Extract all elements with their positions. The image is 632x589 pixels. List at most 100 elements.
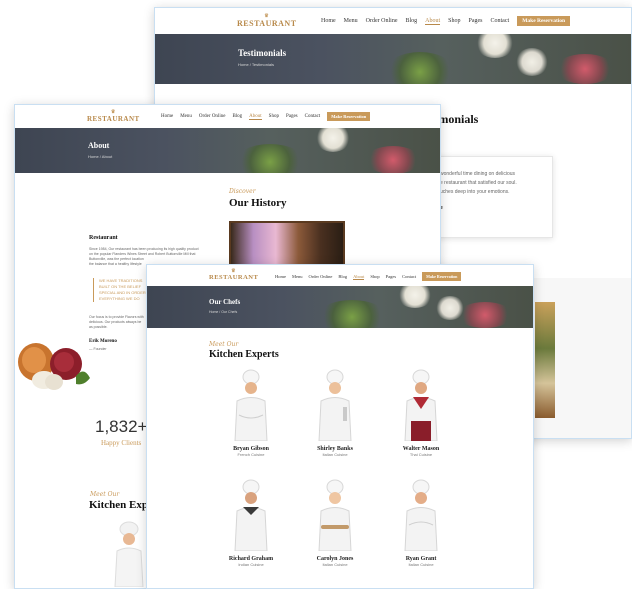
chef-photo <box>404 369 438 442</box>
menu-order-online[interactable]: Order Online <box>309 274 333 279</box>
main-menu: Home Menu Order Online Blog About Shop P… <box>275 272 462 281</box>
chef-card[interactable]: Carolyn Jones Italian Cuisine <box>305 479 365 567</box>
page-hero: Our Chefs Home / Our Chefs <box>147 286 533 328</box>
menu-shop[interactable]: Shop <box>269 114 279 119</box>
chef-role: Indian Cuisine <box>238 562 264 567</box>
page-title: About <box>88 141 110 150</box>
chef-photo <box>318 479 352 552</box>
flower-decoration <box>475 34 515 58</box>
callout-line: EVERYTHING WE DO <box>99 296 140 301</box>
body-text-2: on the popular Flanders Wines Street and… <box>89 252 196 256</box>
food-image <box>535 302 555 418</box>
flower-decoration <box>317 300 387 328</box>
history-image <box>229 221 345 269</box>
navbar: ♛ RESTAURANT Home Menu Order Online Blog… <box>147 265 533 286</box>
quote-text-3: uches deep into your emotions. <box>440 189 510 195</box>
chef-photo <box>234 369 268 442</box>
radish-decoration <box>365 146 421 173</box>
menu-pages[interactable]: Pages <box>386 274 397 279</box>
navbar: ♛ RESTAURANT Home Menu Order Online Blog… <box>155 8 631 34</box>
stat-label: Happy Clients <box>101 439 142 447</box>
section-heading: imonials <box>435 112 479 126</box>
menu-home[interactable]: Home <box>321 18 336 24</box>
menu-order-online[interactable]: Order Online <box>366 18 398 24</box>
menu-blog[interactable]: Blog <box>232 114 242 119</box>
chef-card[interactable]: Richard Graham Indian Cuisine <box>219 479 283 567</box>
body-text-4: the balance that a healthy lifestyle <box>89 262 142 266</box>
meet-label: Meet Our <box>90 491 120 498</box>
breadcrumb: Home / About <box>88 154 113 159</box>
reservation-button[interactable]: Make Reservation <box>422 272 462 281</box>
menu-shop[interactable]: Shop <box>370 274 379 279</box>
page-title: Our Chefs <box>209 298 241 306</box>
main-menu: Home Menu Order Online Blog About Shop P… <box>321 16 571 26</box>
chef-photo <box>318 369 352 442</box>
kitchen-heading: Kitchen Experts <box>209 349 279 360</box>
body-text-1: Since 1984, Our restaurant has been prod… <box>89 247 199 251</box>
site-logo[interactable]: ♛ RESTAURANT <box>237 14 297 28</box>
chef-role: Italian Cuisine <box>322 452 348 457</box>
page-title: Testimonials <box>238 48 287 58</box>
chef-role: Thai Cuisine <box>409 452 433 457</box>
menu-contact[interactable]: Contact <box>305 114 321 119</box>
menu-pages[interactable]: Pages <box>469 18 483 24</box>
menu-home[interactable]: Home <box>161 114 173 119</box>
breadcrumb: Home / Our Chefs <box>209 310 238 314</box>
menu-order-online[interactable]: Order Online <box>199 114 226 119</box>
chef-role: French Cuisine <box>237 452 265 457</box>
callout-block: WE HAVE TRADITIONS BUILT ON THE BELIEF S… <box>93 278 146 302</box>
flower-decoration <box>315 128 351 152</box>
menu-menu[interactable]: Menu <box>292 274 303 279</box>
history-heading: Our History <box>229 197 287 209</box>
menu-menu[interactable]: Menu <box>180 114 192 119</box>
chef-role: Italian Cuisine <box>322 562 348 567</box>
radish-decoration <box>555 54 615 84</box>
menu-about[interactable]: About <box>425 18 441 25</box>
quote-text-2: e restaurant that satisfied our soul. <box>440 180 517 186</box>
menu-about[interactable]: About <box>249 114 262 120</box>
chef-card[interactable]: Walter Mason Thai Cuisine <box>391 369 451 457</box>
chef-role: Italian Cuisine <box>408 562 434 567</box>
chef-card[interactable]: Shirley Banks Italian Cuisine <box>305 369 365 457</box>
section-eyebrow: Discover <box>229 188 256 195</box>
chef-photo <box>234 479 268 552</box>
flower-decoration <box>435 296 465 320</box>
flower-decoration <box>385 52 455 84</box>
menu-contact[interactable]: Contact <box>402 274 416 279</box>
menu-home[interactable]: Home <box>275 274 286 279</box>
radish-decoration <box>457 302 513 328</box>
chef-figure <box>114 521 144 587</box>
reservation-button[interactable]: Make Reservation <box>517 16 571 26</box>
flower-decoration <box>397 286 433 308</box>
kitchen-heading-partial: Kitchen Exp <box>89 499 148 511</box>
menu-pages[interactable]: Pages <box>286 114 298 119</box>
site-logo[interactable]: ♛ RESTAURANT <box>209 269 258 281</box>
body-text-3: Buttonville, was the perfect location <box>89 257 144 261</box>
body2-text-1: Our focus is to provide Flavors with <box>89 315 144 319</box>
menu-blog[interactable]: Blog <box>338 274 347 279</box>
flower-decoration <box>235 144 305 173</box>
menu-shop[interactable]: Shop <box>448 18 460 24</box>
stat-value: 1,832+ <box>95 417 148 436</box>
menu-menu[interactable]: Menu <box>344 18 358 24</box>
meet-label: Meet Our <box>209 341 239 348</box>
page-hero: About Home / About <box>15 128 440 173</box>
navbar: ♛ RESTAURANT Home Menu Order Online Blog… <box>15 105 440 128</box>
body2-text-3: as possible. <box>89 325 108 329</box>
menu-contact[interactable]: Contact <box>491 18 510 24</box>
breadcrumb: Home / Testimonials <box>238 62 274 67</box>
chef-card[interactable]: Bryan Gibson French Cuisine <box>221 369 281 457</box>
menu-about[interactable]: About <box>353 274 365 280</box>
site-logo[interactable]: ♛ RESTAURANT <box>87 110 140 123</box>
restaurant-label: Restaurant <box>89 235 118 241</box>
body2-text-2: delicious. Our products always be <box>89 320 142 324</box>
menu-blog[interactable]: Blog <box>406 18 418 24</box>
reservation-button[interactable]: Make Reservation <box>327 112 371 121</box>
quote-text-1: wonderful time dining on delicious <box>440 171 516 177</box>
chef-card[interactable]: Ryan Grant Italian Cuisine <box>391 479 451 567</box>
chefs-window: ♛ RESTAURANT Home Menu Order Online Blog… <box>146 264 534 589</box>
flower-decoration <box>515 48 549 76</box>
chef-photo <box>404 479 438 552</box>
vegetables-image <box>18 343 90 390</box>
page-hero: Testimonials Home / Testimonials <box>155 34 631 84</box>
